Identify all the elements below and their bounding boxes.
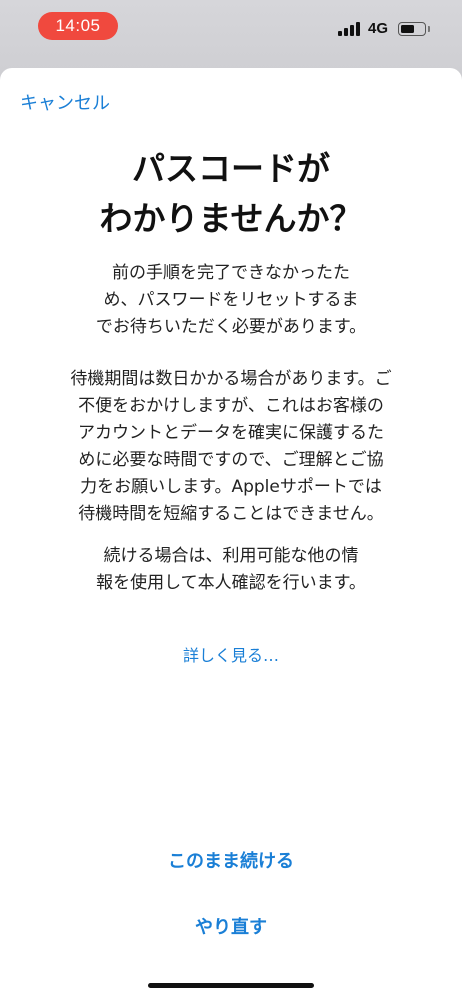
battery-cap xyxy=(428,26,430,32)
continue-button[interactable]: このまま続ける xyxy=(130,842,332,882)
learn-more-link[interactable]: 詳しく見る… xyxy=(0,642,462,666)
paragraph-line: アカウントとデータを確実に保護するた xyxy=(78,423,384,443)
battery-icon xyxy=(398,22,426,36)
passcode-help-sheet: キャンセル パスコードが わかりませんか？ 前の手順を完了できなかったた め、パ… xyxy=(0,68,462,999)
paragraph-line: 続ける場合は、利用可能な他の情 xyxy=(103,546,359,566)
paragraph-line: 待機時間を短縮することはできません。 xyxy=(78,504,384,524)
cellular-signal-icon xyxy=(338,22,362,36)
paragraph-line: でお待ちいただく必要があります。 xyxy=(95,317,367,337)
explanation-paragraph-3: 続ける場合は、利用可能な他の情 報を使用して本人確認を行います。 xyxy=(0,543,462,597)
status-bar: 14:05 4G xyxy=(0,0,462,56)
paragraph-line: 力をお願いします。Appleサポートでは xyxy=(80,477,382,497)
status-time[interactable]: 14:05 xyxy=(38,12,118,40)
paragraph-line: めに必要な時間ですので、ご理解とご協 xyxy=(78,450,384,470)
title-line: わかりませんか？ xyxy=(99,199,363,238)
title-line: パスコードが xyxy=(132,149,330,188)
paragraph-line: 報を使用して本人確認を行います。 xyxy=(96,573,366,593)
page-title: パスコードが わかりませんか？ xyxy=(0,144,462,244)
retry-button[interactable]: やり直す xyxy=(130,908,332,948)
home-indicator[interactable] xyxy=(148,983,314,988)
cancel-button[interactable]: キャンセル xyxy=(20,89,110,115)
explanation-paragraph-2: 待機期間は数日かかる場合があります。ご 不便をおかけしますが、これはお客様の ア… xyxy=(0,366,462,528)
paragraph-line: 前の手順を完了できなかったた xyxy=(112,263,350,283)
paragraph-line: 不便をおかけしますが、これはお客様の xyxy=(78,396,384,416)
paragraph-line: め、パスワードをリセットするま xyxy=(103,290,359,310)
battery-fill xyxy=(400,24,414,33)
explanation-paragraph-1: 前の手順を完了できなかったた め、パスワードをリセットするま でお待ちいただく必… xyxy=(0,260,462,341)
screen: 14:05 4G キャンセル パスコードが わかりませんか？ 前の手順を完了でき… xyxy=(0,0,462,999)
paragraph-line: 待機期間は数日かかる場合があります。ご xyxy=(70,369,392,389)
network-type: 4G xyxy=(368,20,389,37)
